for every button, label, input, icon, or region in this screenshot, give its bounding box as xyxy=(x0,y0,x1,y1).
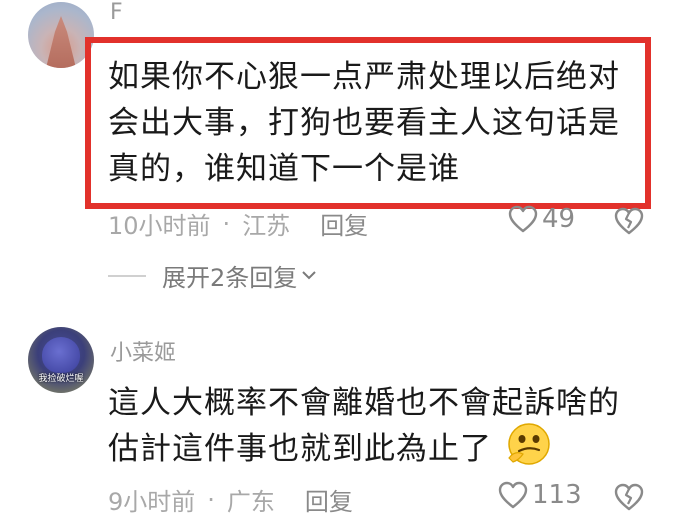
broken-heart-outline-icon[interactable] xyxy=(614,482,644,512)
username-initial: F xyxy=(110,0,123,25)
avatar[interactable]: 我捡破烂喔 xyxy=(28,327,94,393)
comment-meta: 9小时前 · 广东 回复 xyxy=(108,482,353,517)
username[interactable]: 小菜姬 xyxy=(110,335,176,367)
broken-heart-outline-icon[interactable] xyxy=(614,206,644,236)
like-button[interactable]: 113 xyxy=(498,480,582,510)
chevron-down-icon xyxy=(301,265,317,286)
heart-outline-icon xyxy=(508,205,538,233)
comment-text: 這人大概率不會離婚也不會起訴啥的 估計這件事也就到此為止了 xyxy=(108,380,668,472)
comment-text-line: 如果你不心狠一点严肃处理以后绝对 xyxy=(108,59,620,95)
comment-text-line: 估計這件事也就到此為止了 xyxy=(108,431,492,467)
like-count: 113 xyxy=(532,480,582,510)
comment-text-line: 真的，谁知道下一个是谁 xyxy=(108,151,460,187)
expand-replies-label: 展开2条回复 xyxy=(162,264,298,292)
like-count: 49 xyxy=(542,204,576,234)
comment-meta: 10小时前 · 江苏 回复 xyxy=(108,206,368,241)
timestamp: 10小时前 xyxy=(108,212,211,240)
avatar-image-detail xyxy=(46,16,76,68)
thinking-face-emoji xyxy=(508,423,550,465)
avatar-image-detail xyxy=(42,337,80,373)
divider-line xyxy=(108,274,146,277)
reply-button[interactable]: 回复 xyxy=(320,206,368,241)
location: 江苏 xyxy=(242,212,291,240)
expand-replies-button[interactable]: 展开2条回复 xyxy=(108,258,317,293)
comment-text: 如果你不心狠一点严肃处理以后绝对 会出大事，打狗也要看主人这句话是 真的，谁知道… xyxy=(108,54,648,192)
separator-dot: · xyxy=(222,209,231,238)
timestamp: 9小时前 xyxy=(108,488,196,516)
comment-text-line: 会出大事，打狗也要看主人这句话是 xyxy=(108,105,620,141)
separator-dot: · xyxy=(207,485,215,514)
heart-outline-icon xyxy=(498,481,528,509)
username-redacted[interactable]: F xyxy=(110,0,260,26)
reply-button[interactable]: 回复 xyxy=(305,482,353,517)
like-button[interactable]: 49 xyxy=(508,204,575,234)
avatar-caption: 我捡破烂喔 xyxy=(38,374,84,384)
comment-text-line: 這人大概率不會離婚也不會起訴啥的 xyxy=(108,385,620,421)
location: 广东 xyxy=(226,488,275,516)
